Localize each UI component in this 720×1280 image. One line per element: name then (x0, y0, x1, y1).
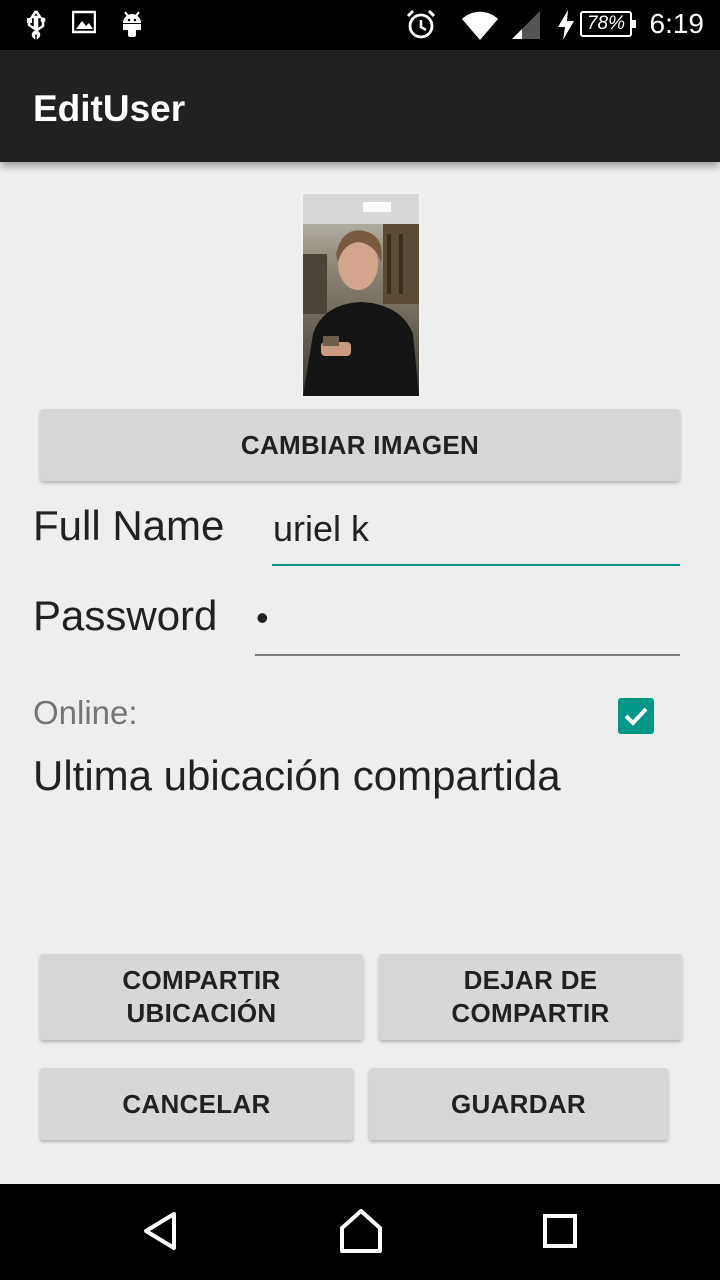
status-bar: 78% 6:19 (0, 0, 720, 50)
cancel-button[interactable]: CANCELAR (40, 1068, 353, 1140)
charging-icon (558, 10, 574, 40)
full-name-underline (272, 564, 680, 566)
android-icon (123, 11, 141, 37)
save-button[interactable]: GUARDAR (369, 1068, 668, 1140)
alarm-icon (406, 9, 436, 39)
password-label: Password (33, 592, 218, 639)
image-icon (72, 10, 96, 34)
app-bar: EditUser (0, 50, 720, 162)
navigation-bar (0, 1184, 720, 1280)
battery-indicator: 78% (580, 11, 636, 37)
usb-icon (27, 10, 46, 40)
check-icon (624, 707, 648, 726)
back-icon[interactable] (140, 1206, 180, 1256)
full-name-label: Full Name (33, 502, 225, 549)
page-title: EditUser (33, 88, 186, 129)
recents-icon[interactable] (540, 1206, 580, 1256)
user-avatar (301, 192, 421, 398)
password-underline (255, 654, 680, 656)
password-input[interactable]: • (256, 597, 676, 647)
wifi-icon (462, 11, 498, 40)
home-icon[interactable] (338, 1206, 384, 1256)
online-label: Online: (33, 694, 138, 731)
change-image-button[interactable]: CAMBIAR IMAGEN (40, 409, 680, 481)
clock: 6:19 (649, 8, 705, 39)
online-checkbox[interactable] (618, 698, 654, 734)
stop-sharing-button[interactable]: DEJAR DE COMPARTIR (379, 954, 682, 1040)
signal-icon (512, 11, 540, 39)
full-name-input[interactable]: uriel k (273, 508, 678, 558)
share-location-button[interactable]: COMPARTIR UBICACIÓN (40, 954, 363, 1040)
last-location-label: Ultima ubicación compartida (33, 752, 561, 799)
